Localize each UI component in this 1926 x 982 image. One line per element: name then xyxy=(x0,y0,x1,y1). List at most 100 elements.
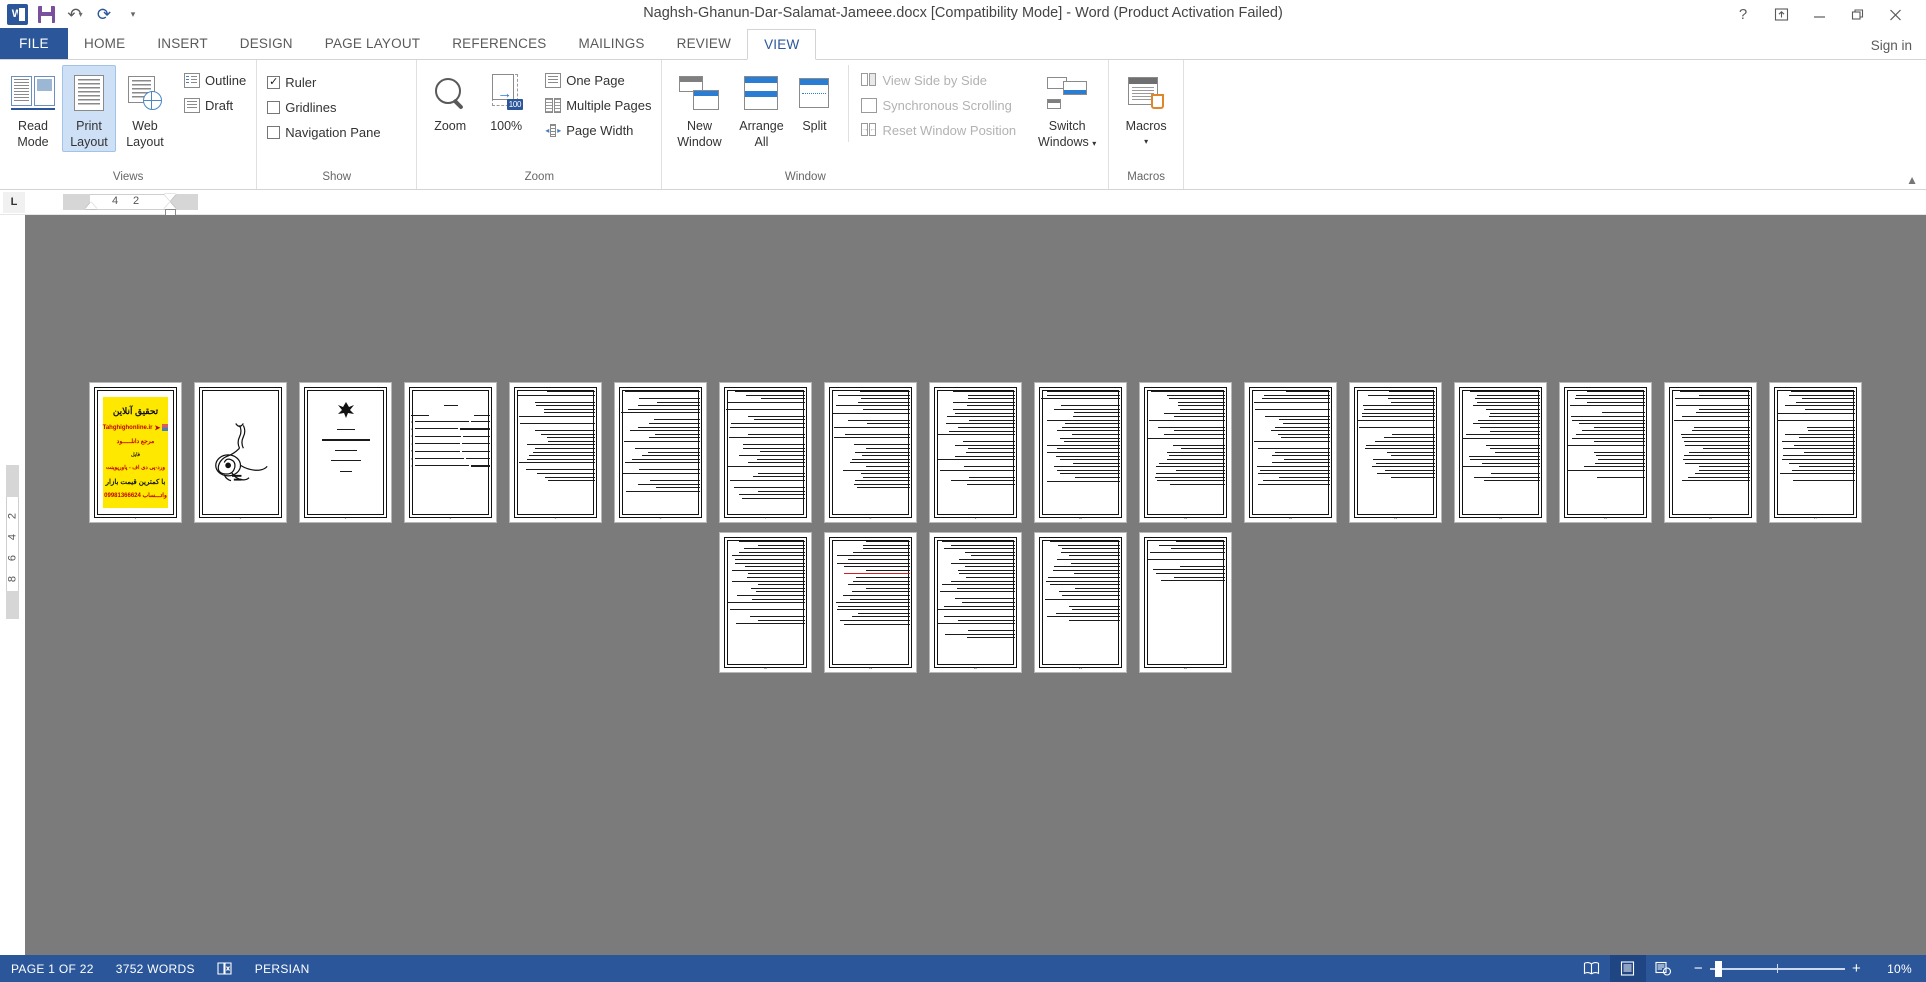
title-bar: W ↶ ▾ ⟳ ▾ Naghsh-Ghanun-Dar-Salamat-Jamee… xyxy=(0,0,1926,29)
close-icon[interactable] xyxy=(1876,2,1914,28)
left-indent-marker[interactable] xyxy=(85,202,97,209)
outline-view-button[interactable]: Outline xyxy=(180,69,250,92)
synchronous-scrolling-button[interactable]: Synchronous Scrolling xyxy=(857,94,1020,117)
zoom-slider-track[interactable] xyxy=(1709,960,1845,977)
zoom-slider-thumb[interactable] xyxy=(1714,960,1722,977)
zoom-100-button[interactable]: → 100 100% xyxy=(479,65,533,136)
zoom-level-label[interactable]: 10% xyxy=(1868,962,1912,976)
draft-view-button[interactable]: Draft xyxy=(180,94,250,117)
navigation-pane-checkbox-row[interactable]: Navigation Pane xyxy=(263,121,384,144)
tab-design[interactable]: DESIGN xyxy=(224,28,309,59)
page-thumbnail[interactable]: 11 xyxy=(1139,382,1232,523)
tab-review[interactable]: REVIEW xyxy=(661,28,747,59)
language-indicator[interactable]: PERSIAN xyxy=(244,955,321,982)
text-line xyxy=(954,455,1015,457)
text-line xyxy=(1576,394,1645,396)
text-line xyxy=(962,601,1015,603)
minimize-icon[interactable] xyxy=(1800,2,1838,28)
customize-qat-icon[interactable]: ▾ xyxy=(120,3,146,27)
zoom-in-button[interactable]: + xyxy=(1852,961,1861,976)
page-thumbnail[interactable]: 2 xyxy=(194,382,287,523)
page-thumbnail[interactable]: 10 xyxy=(1034,382,1127,523)
arrange-all-button[interactable]: Arrange All xyxy=(732,65,790,152)
print-layout-view-button[interactable] xyxy=(1609,955,1646,982)
page-thumbnail[interactable]: 8 xyxy=(824,382,917,523)
hanging-indent-marker[interactable] xyxy=(164,202,176,209)
page-thumbnail[interactable]: 3 xyxy=(299,382,392,523)
macros-button[interactable]: Macros ▾ xyxy=(1115,65,1177,152)
one-page-button[interactable]: One Page xyxy=(541,69,655,92)
vertical-ruler[interactable]: 2 4 6 8 xyxy=(0,215,25,955)
page-thumbnail[interactable]: 14 xyxy=(1454,382,1547,523)
tab-references[interactable]: REFERENCES xyxy=(436,28,562,59)
page-thumbnail[interactable]: 19 xyxy=(824,532,917,673)
gridlines-checkbox[interactable] xyxy=(267,101,281,114)
multiple-pages-button[interactable]: Multiple Pages xyxy=(541,94,655,117)
page-content xyxy=(1146,539,1225,666)
ruler-checkbox[interactable]: ✓ xyxy=(267,76,281,89)
view-side-by-side-button[interactable]: View Side by Side xyxy=(857,69,1020,92)
page-thumbnail[interactable]: 13 xyxy=(1349,382,1442,523)
page-indicator[interactable]: PAGE 1 OF 22 xyxy=(0,955,105,982)
tab-stop-selector[interactable]: L xyxy=(3,191,25,213)
help-icon[interactable]: ? xyxy=(1724,2,1762,28)
page-thumbnail[interactable]: 17 xyxy=(1769,382,1862,523)
tab-insert[interactable]: INSERT xyxy=(141,28,223,59)
page-thumbnail[interactable]: 1 2 3 4 5 6 7 4 xyxy=(404,382,497,523)
text-line xyxy=(1073,415,1120,417)
page-thumbnail[interactable]: 21 xyxy=(1034,532,1127,673)
print-layout-icon xyxy=(74,69,104,117)
collapse-ribbon-icon[interactable]: ▲ xyxy=(1906,173,1918,187)
web-layout-view-button[interactable] xyxy=(1646,955,1682,982)
undo-icon[interactable]: ↶ ▾ xyxy=(62,3,88,27)
navigation-pane-checkbox[interactable] xyxy=(267,126,281,139)
page-thumbnail[interactable]: 20 xyxy=(929,532,1022,673)
page-thumbnail[interactable]: 15 xyxy=(1559,382,1652,523)
zoom-out-button[interactable]: − xyxy=(1694,961,1703,976)
tab-page-layout[interactable]: PAGE LAYOUT xyxy=(309,28,436,59)
text-line xyxy=(1062,426,1120,428)
web-layout-button[interactable]: Web Layout xyxy=(118,65,172,152)
page-thumbnail[interactable]: 6 xyxy=(614,382,707,523)
tab-view[interactable]: VIEW xyxy=(747,29,817,60)
page-thumbnail[interactable]: 22 xyxy=(1139,532,1232,673)
read-mode-button[interactable]: Read Mode xyxy=(6,65,60,152)
page-thumbnail[interactable]: 18 xyxy=(719,532,812,673)
new-window-button[interactable]: New Window xyxy=(668,65,730,152)
page-width-button[interactable]: ◂ ▸ Page Width xyxy=(541,119,655,142)
split-button[interactable]: Split xyxy=(792,65,836,136)
text-line xyxy=(1696,412,1750,414)
gridlines-checkbox-row[interactable]: Gridlines xyxy=(263,96,384,119)
word-count[interactable]: 3752 WORDS xyxy=(105,955,206,982)
proofing-errors-icon[interactable] xyxy=(206,955,244,982)
tab-home[interactable]: HOME xyxy=(68,28,141,59)
switch-windows-button[interactable]: Switch Windows ▾ xyxy=(1032,65,1102,154)
read-mode-view-button[interactable] xyxy=(1574,955,1610,982)
print-layout-button[interactable]: Print Layout xyxy=(62,65,116,152)
ruler-checkbox-row[interactable]: ✓ Ruler xyxy=(263,71,384,94)
page-thumbnail[interactable]: 7 xyxy=(719,382,812,523)
text-line xyxy=(943,548,1015,550)
sign-in-link[interactable]: Sign in xyxy=(1871,38,1926,59)
tab-mailings[interactable]: MAILINGS xyxy=(563,28,661,59)
first-line-indent-marker[interactable] xyxy=(164,194,176,201)
restore-icon[interactable] xyxy=(1838,2,1876,28)
page-thumbnail-cell: 16 xyxy=(1658,382,1763,523)
page-thumbnail[interactable]: 12 xyxy=(1244,382,1337,523)
page-thumbnail[interactable]: 16 xyxy=(1664,382,1757,523)
ribbon-display-options-icon[interactable] xyxy=(1762,2,1800,28)
word-logo-icon[interactable]: W xyxy=(4,3,30,27)
tab-file[interactable]: FILE xyxy=(0,28,68,59)
text-line xyxy=(860,391,910,392)
redo-icon[interactable]: ⟳ xyxy=(91,3,117,27)
reset-window-position-button[interactable]: → ← Reset Window Position xyxy=(857,119,1020,142)
document-canvas[interactable]: تحقیق آنلاین Tahghighonline.ir ➤ مرجع دانل… xyxy=(25,215,1926,955)
zoom-button[interactable]: Zoom xyxy=(423,65,477,136)
page-thumbnail[interactable]: 9 xyxy=(929,382,1022,523)
page-thumbnail[interactable]: 5 xyxy=(509,382,602,523)
horizontal-ruler[interactable]: 4 2 xyxy=(63,194,198,217)
save-icon[interactable] xyxy=(33,3,59,27)
page-number: 22 xyxy=(1183,666,1188,670)
zoom-slider-control[interactable]: − + 10% xyxy=(1694,960,1912,977)
page-thumbnail[interactable]: تحقیق آنلاین Tahghighonline.ir ➤ مرجع دانل… xyxy=(89,382,182,523)
